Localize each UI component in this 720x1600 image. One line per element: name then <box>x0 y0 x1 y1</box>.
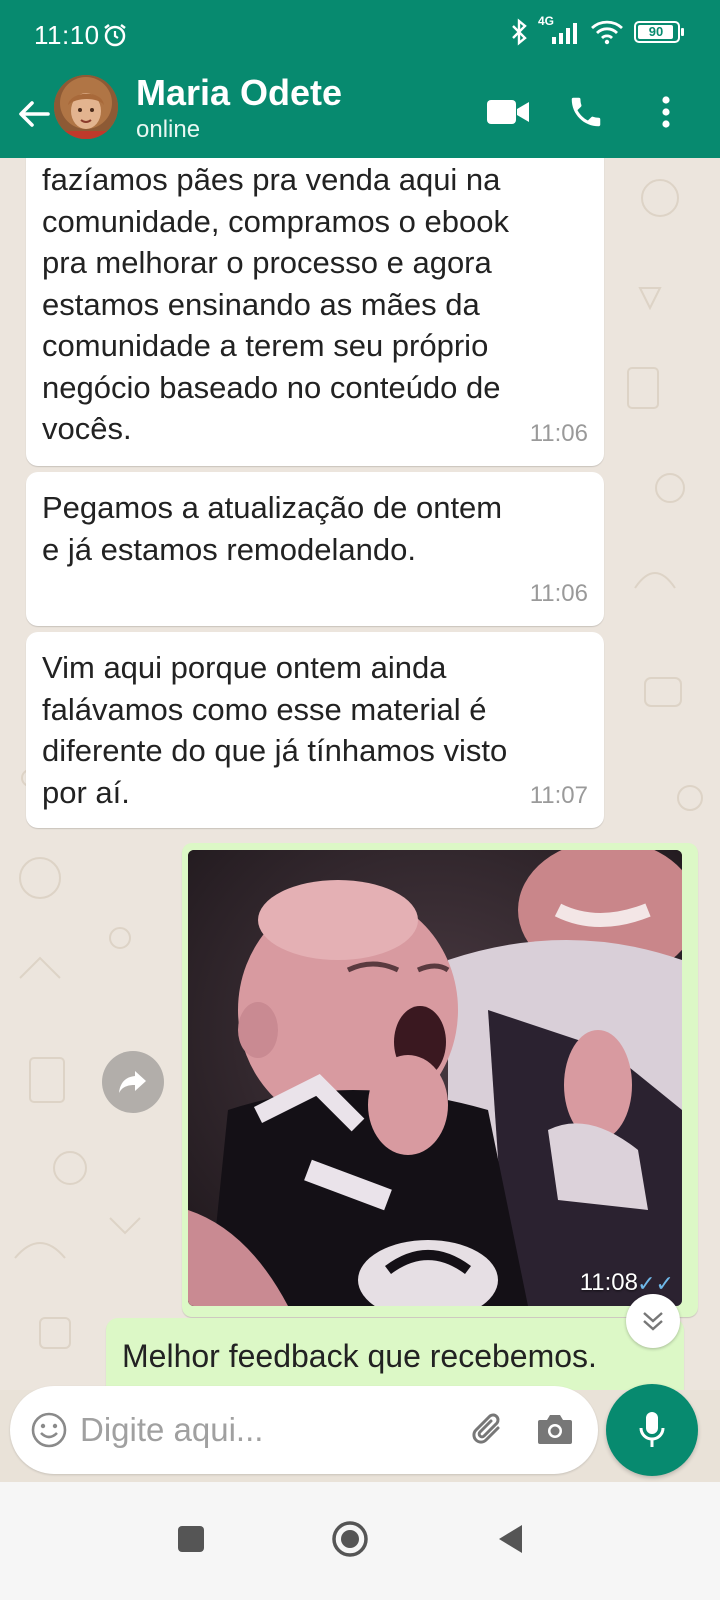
message-bubble[interactable]: Pegamos a atualização de ontem e já esta… <box>26 472 604 626</box>
nav-back-icon <box>499 1525 522 1553</box>
message-line: comunidade a terem seu próprio <box>42 328 489 363</box>
message-line: estamos ensinando as mães da <box>42 286 480 322</box>
chat-header: Maria Odete online <box>0 70 720 158</box>
system-nav-bar <box>0 1482 720 1600</box>
attach-button[interactable] <box>468 1410 508 1455</box>
message-bubble[interactable]: fazíamos pães pra venda aqui na comunida… <box>26 158 604 466</box>
message-line: comunidade, compramos o ebook <box>42 203 509 239</box>
gif-image[interactable] <box>188 850 682 1306</box>
message-line: pra melhorar o processo e agora <box>42 245 492 280</box>
battery-icon: 90 <box>634 21 684 43</box>
video-call-button[interactable] <box>482 86 534 138</box>
contact-name[interactable]: Maria Odete <box>136 72 342 114</box>
message-time: 11:06 <box>529 419 588 447</box>
signal-icon: 4G <box>538 14 580 46</box>
message-text: Melhor feedback que recebemos. <box>122 1338 597 1374</box>
alarm-icon <box>104 24 126 47</box>
mic-button[interactable] <box>606 1384 698 1476</box>
message-line: falávamos como esse material é <box>42 691 487 727</box>
message-line: por aí. <box>42 774 130 810</box>
message-line: diferente do que já tínhamos visto <box>42 733 508 768</box>
phone-icon <box>571 97 601 127</box>
avatar[interactable] <box>54 75 118 139</box>
message-line: e já estamos remodelando. <box>42 531 416 567</box>
status-bar: 11:10 4G 90 <box>0 0 720 70</box>
message-time: 11:08 <box>579 1269 638 1296</box>
message-text: Pegamos a atualização de ontem e já esta… <box>42 487 588 570</box>
bluetooth-icon <box>512 18 527 46</box>
read-ticks-icon: ✓✓ <box>637 1271 674 1296</box>
emoji-icon <box>31 1412 67 1448</box>
nav-square-icon <box>178 1526 204 1552</box>
wifi-icon <box>591 20 623 45</box>
message-line: negócio baseado no conteúdo de <box>42 369 501 405</box>
home-button[interactable] <box>323 1512 377 1566</box>
message-text: fazíamos pães pra venda aqui na comunida… <box>42 159 588 450</box>
mic-icon <box>639 1412 665 1447</box>
recent-apps-button[interactable] <box>164 1512 218 1566</box>
chat-area[interactable]: fazíamos pães pra venda aqui na comunida… <box>0 158 720 1390</box>
scroll-down-icon <box>643 1312 663 1331</box>
camera-icon <box>538 1415 572 1444</box>
message-input[interactable] <box>80 1404 450 1456</box>
message-line: Pegamos a atualização de ontem <box>42 490 503 525</box>
message-composer <box>10 1386 598 1474</box>
back-nav-button[interactable] <box>484 1512 538 1566</box>
video-call-icon <box>487 100 529 124</box>
message-bubble[interactable]: Vim aqui porque ontem ainda falávamos co… <box>26 632 604 828</box>
message-time: 11:06 <box>529 579 588 607</box>
nav-home-icon <box>332 1521 368 1557</box>
camera-button[interactable] <box>536 1412 574 1451</box>
contact-status: online <box>136 116 201 143</box>
more-vert-icon <box>662 96 670 128</box>
back-arrow-icon <box>19 101 50 127</box>
emoji-button[interactable] <box>30 1411 68 1454</box>
message-text: Vim aqui porque ontem ainda falávamos co… <box>42 647 588 813</box>
message-line: vocês. <box>42 411 132 446</box>
message-time: 11:07 <box>529 781 588 809</box>
image-message-bubble[interactable]: 11:08 ✓✓ <box>182 843 698 1317</box>
scroll-to-bottom-button[interactable] <box>626 1294 680 1348</box>
message-bubble[interactable]: Melhor feedback que recebemos. <box>106 1318 684 1390</box>
status-time: 11:10 <box>34 20 100 50</box>
more-options-button[interactable] <box>640 86 692 138</box>
forward-button[interactable] <box>102 1051 164 1113</box>
voice-call-button[interactable] <box>560 86 612 138</box>
forward-icon <box>119 1071 146 1093</box>
message-line: fazíamos pães pra venda aqui na <box>42 162 501 197</box>
message-line: Vim aqui porque ontem ainda <box>42 650 447 685</box>
attach-icon <box>472 1413 500 1444</box>
battery-level: 90 <box>648 24 664 39</box>
back-button[interactable] <box>12 92 56 136</box>
